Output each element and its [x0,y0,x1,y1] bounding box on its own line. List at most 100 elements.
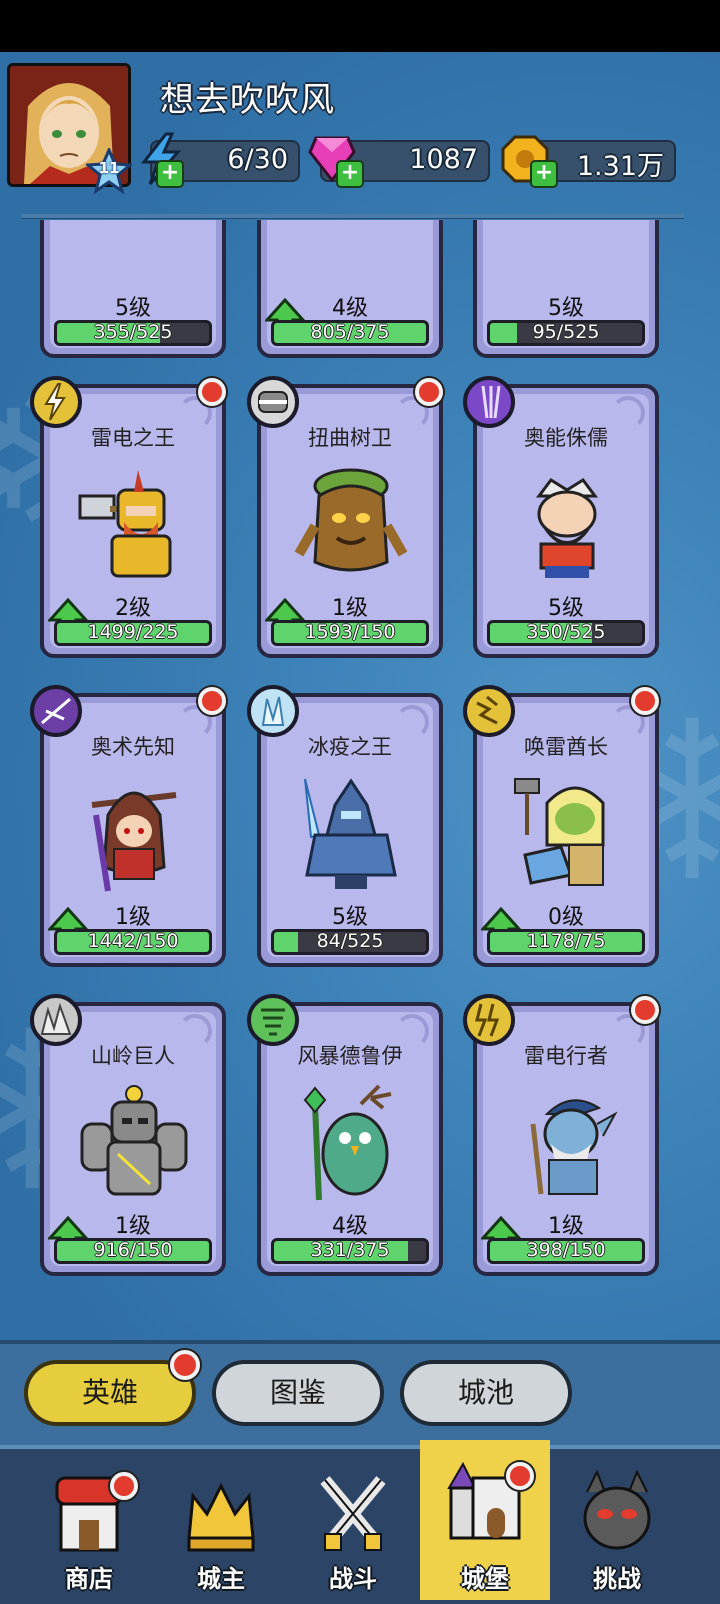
hero-progress-bar: 331/375 [271,1238,429,1264]
lightning-icon [30,376,82,428]
hero-card[interactable]: 唤雷酋长 0级 1178/75 [463,685,659,967]
notification-dot [415,378,443,406]
hero-name: 雷电之王 [91,426,175,450]
notification-dot [631,996,659,1024]
hero-name: 奥能侏儒 [524,426,608,450]
header-divider [22,214,684,219]
hero-level: 1级 [115,905,151,930]
hero-level: 1级 [332,596,368,621]
hero-progress-text: 350/525 [526,621,606,643]
hero-level: 0级 [548,905,584,930]
hero-card[interactable]: 奥能侏儒 5级 350/525 [463,376,659,658]
thunder-icon [463,685,515,737]
hero-card[interactable]: 冰疫之王 5级 84/525 [247,685,443,967]
notification-dot [170,1350,200,1380]
hero-progress-text: 331/375 [310,1239,390,1261]
arcane-icon [463,376,515,428]
hero-portrait [91,791,177,892]
player-name: 想去吹吹风 [160,80,335,120]
tab-label: 图鉴 [269,1376,326,1409]
hero-progress-bar: 1499/225 [54,620,212,646]
hero-progress-text: 1178/75 [526,930,606,952]
add-gems-button[interactable]: + [336,160,364,188]
hero-progress-bar: 350/525 [487,620,645,646]
notification-dot [506,1462,534,1490]
energy-value: 6/30 [227,144,288,175]
status-bar [0,0,720,52]
tab-label: 城池 [457,1376,514,1409]
wind-icon [247,994,299,1046]
hero-portrait [303,1084,392,1201]
hero-portrait [304,778,397,889]
hero-progress-text: 1442/150 [87,930,179,952]
tab-codex[interactable]: 图鉴 [212,1360,384,1426]
tab-city[interactable]: 城池 [400,1360,572,1426]
hero-level: 4级 [332,1214,368,1239]
hero-card[interactable]: 雷电行者 1级 398/150 [463,994,659,1276]
add-energy-button[interactable]: + [156,160,184,188]
hero-level: 1级 [548,1214,584,1239]
hero-card[interactable]: 山岭巨人 1级 916/150 [30,994,226,1276]
hero-level: 1级 [115,1214,151,1239]
hero-card[interactable]: 雷电之王 2级 1499/225 [30,376,226,658]
swords-icon [320,1476,386,1551]
hero-progress-text: 1593/150 [304,621,396,643]
hero-name: 扭曲树卫 [308,426,392,450]
hero-name: 风暴德鲁伊 [297,1044,403,1068]
hero-portrait [78,470,172,578]
nav-challenge[interactable]: 挑战 [552,1450,682,1600]
hero-portrait [530,1099,618,1195]
hero-progress-text: 355/525 [93,321,173,343]
gems-value: 1087 [409,144,478,175]
hero-progress-text: 84/525 [316,930,384,952]
hero-card-partial[interactable]: 5级 355/525 [40,220,226,358]
hero-progress-text: 398/150 [526,1239,606,1261]
hero-progress-text: 916/150 [93,1239,173,1261]
tab-label: 英雄 [81,1376,138,1409]
hero-card-partial[interactable]: 5级 95/525 [473,220,659,358]
nav-castle[interactable]: 城堡 [420,1440,550,1600]
hero-card[interactable]: 扭曲树卫 1级 1593/150 [247,376,443,658]
hero-card[interactable]: 风暴德鲁伊 4级 331/375 [247,994,443,1276]
hero-level: 2级 [115,596,151,621]
arrows-icon [30,685,82,737]
hero-card-partial[interactable]: 4级 805/375 [257,220,443,358]
nav-battle[interactable]: 战斗 [288,1450,418,1600]
hero-progress-text: 1499/225 [87,621,179,643]
demon-icon [583,1469,651,1550]
hero-level: 5级 [332,905,368,930]
hero-progress-bar: 916/150 [54,1238,212,1264]
nav-label: 商店 [65,1565,113,1593]
tab-heroes[interactable]: 英雄 [24,1350,200,1426]
hero-portrait [295,468,407,572]
add-gold-button[interactable]: + [530,160,558,188]
rock-icon [30,994,82,1046]
shield-icon [247,376,299,428]
hero-progress-bar: 1442/150 [54,929,212,955]
hero-progress-bar: 1593/150 [271,620,429,646]
player-level: 11 [98,159,120,177]
hero-card[interactable]: 奥术先知 1级 1442/150 [30,685,226,967]
crown-icon [187,1482,255,1552]
notification-dot [631,687,659,715]
nav-label: 战斗 [329,1565,377,1593]
nav-lord[interactable]: 城主 [156,1450,286,1600]
hero-portrait [514,778,605,886]
hero-level: 4级 [332,296,368,321]
nav-label: 城堡 [461,1565,509,1593]
hero-progress-bar: 398/150 [487,1238,645,1264]
bolt-icon [463,994,515,1046]
hero-progress-bar: 95/525 [487,320,645,346]
hero-portrait [80,1085,188,1196]
nav-shop[interactable]: 商店 [24,1450,154,1600]
hero-grid: 5级 355/525 4级 805/375 5级 95/525 雷电之王 2级 … [0,220,720,1330]
hero-level: 5级 [548,596,584,621]
hero-progress-bar: 84/525 [271,929,429,955]
nav-label: 挑战 [593,1565,641,1593]
hero-name: 山岭巨人 [91,1044,175,1068]
hero-level: 5级 [548,296,584,321]
hero-progress-bar: 1178/75 [487,929,645,955]
notification-dot [198,378,226,406]
notification-dot [110,1472,138,1500]
hero-name: 雷电行者 [524,1044,608,1068]
